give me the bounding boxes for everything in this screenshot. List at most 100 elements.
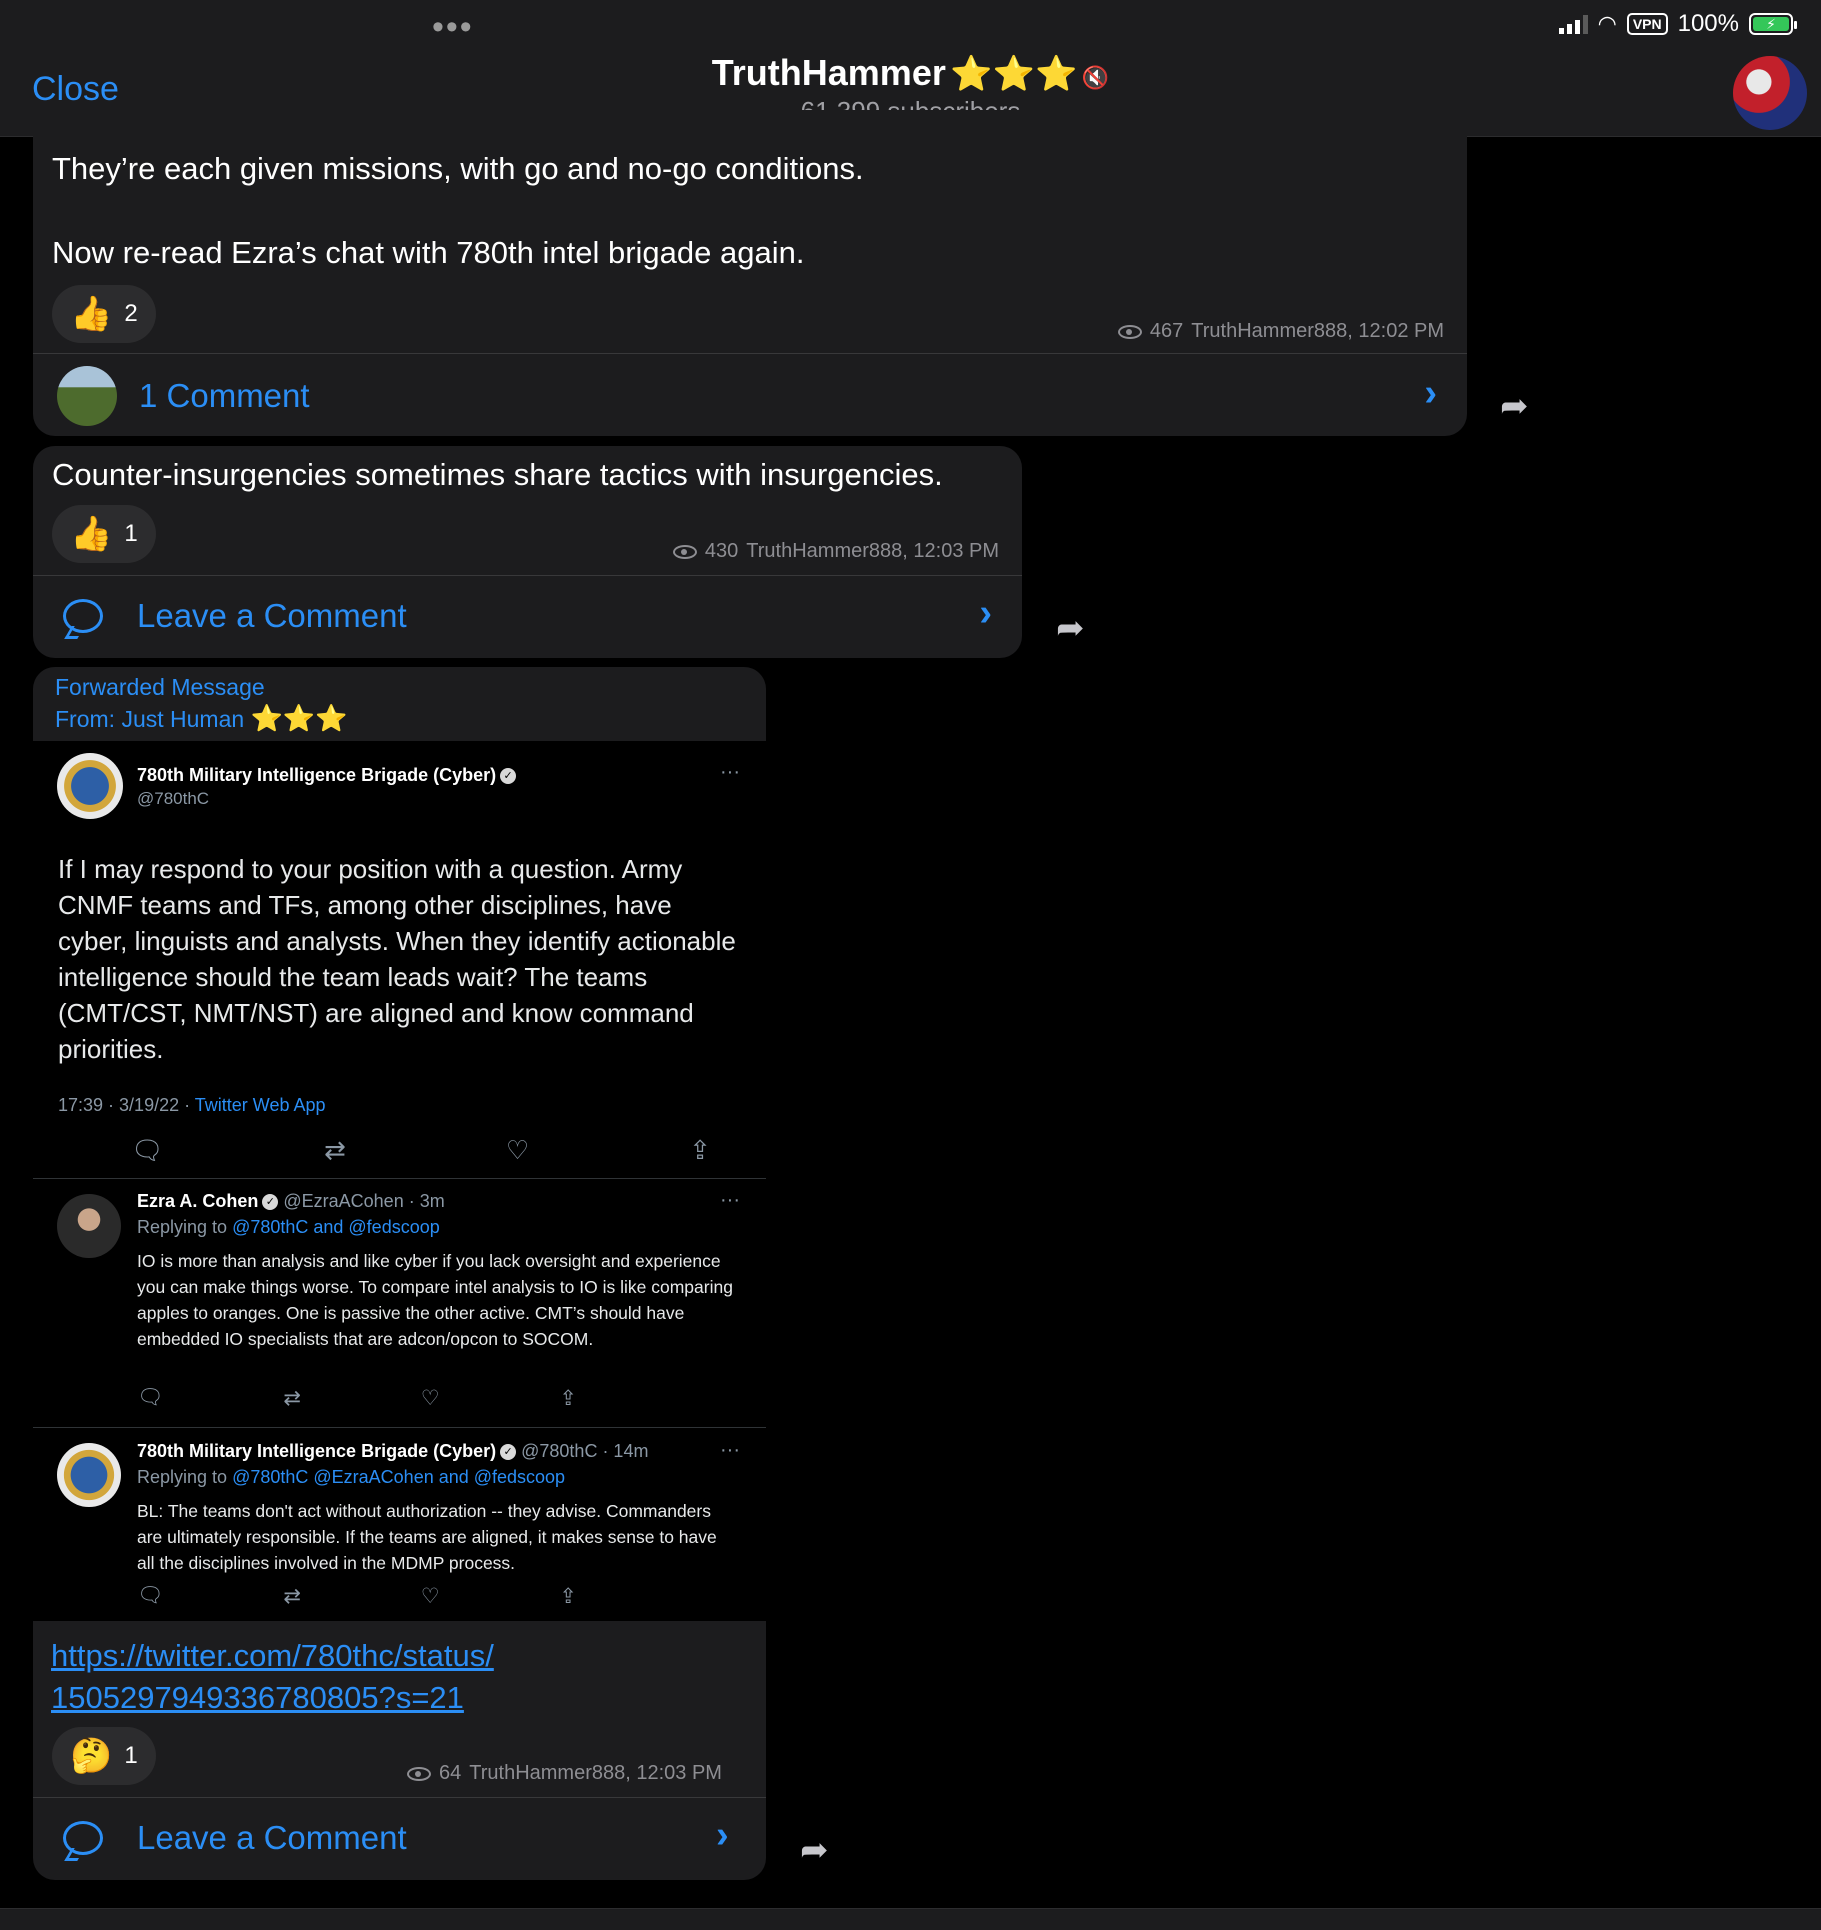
forward-source-name: Just Human — [121, 706, 245, 732]
commenter-avatar — [57, 366, 117, 426]
verified-icon: ✓ — [500, 768, 517, 785]
tweet-timestamp: 17:39 · 3/19/22 · Twitter Web App — [58, 1095, 326, 1116]
message-text: They’re each given missions, with go and… — [52, 148, 1432, 274]
author-time: TruthHammer888, 12:02 PM — [1191, 320, 1444, 342]
chevron-right-icon[interactable]: › — [716, 1814, 729, 1857]
author-name: Ezra A. Cohen — [137, 1191, 259, 1211]
reaction-count: 1 — [124, 520, 138, 547]
share-icon: ⇪ — [559, 1585, 577, 1608]
author-name: 780th Military Intelligence Brigade (Cyb… — [137, 1441, 497, 1461]
comment-bubble-icon — [63, 1821, 103, 1855]
verified-icon: ✓ — [262, 1194, 279, 1211]
verified-icon: ✓ — [500, 1444, 517, 1461]
comments-link[interactable]: 1 Comment — [57, 364, 310, 428]
from-prefix: From: — [55, 706, 116, 732]
retweet-icon: ⇄ — [283, 1585, 302, 1608]
reply-icon: 🗨 — [137, 1584, 164, 1607]
more-dots-icon[interactable]: ••• — [432, 8, 474, 47]
star-badges: ⭐⭐⭐ — [950, 55, 1078, 93]
message-bubble: They’re each given missions, with go and… — [33, 110, 1467, 436]
more-icon: ··· — [720, 1439, 740, 1461]
replying-to: Replying to @780thC @EzraACohen and @fed… — [137, 1467, 565, 1488]
reaction-chip[interactable]: 👍 1 — [52, 505, 156, 563]
reply-author: Ezra A. Cohen ✓ @EzraACohen · 3m — [137, 1191, 445, 1212]
ezra-avatar — [57, 1194, 121, 1258]
status-bar: ◠ VPN 100% ⚡ — [1558, 10, 1797, 38]
cellular-signal-icon — [1558, 14, 1588, 34]
like-icon: ♡ — [505, 1135, 530, 1165]
link-line: https://twitter.com/780thc/status/ — [51, 1638, 494, 1673]
divider — [33, 1178, 766, 1179]
divider — [33, 1797, 766, 1798]
reply-text: IO is more than analysis and like cyber … — [137, 1251, 733, 1349]
views-eye-icon — [407, 1766, 431, 1781]
tweet-screenshot[interactable]: 780th Military Intelligence Brigade (Cyb… — [33, 741, 766, 1621]
star-badges: ⭐⭐⭐ — [250, 703, 348, 733]
thumbs-up-icon: 👍 — [70, 515, 113, 553]
brigade-avatar — [57, 1443, 121, 1507]
views-eye-icon — [1117, 324, 1142, 339]
channel-avatar[interactable] — [1733, 56, 1807, 130]
message-meta: 467 TruthHammer888, 12:02 PM — [1117, 320, 1444, 343]
forwarded-label: Forwarded Message — [55, 674, 265, 700]
replying-handles: @780thC and @fedscoop — [232, 1217, 440, 1237]
share-icon[interactable]: ➦ — [800, 1830, 829, 1870]
chevron-right-icon[interactable]: › — [979, 592, 992, 635]
more-icon: ··· — [720, 761, 740, 783]
author-name: 780th Military Intelligence Brigade (Cyb… — [137, 765, 497, 785]
share-icon: ⇪ — [689, 1135, 711, 1165]
view-count: 430 — [704, 540, 739, 562]
battery-icon: ⚡ — [1749, 13, 1797, 35]
tweet-actions: 🗨 ⇄ ♡ ⇪ — [137, 1584, 577, 1609]
reply-author: 780th Military Intelligence Brigade (Cyb… — [137, 1441, 648, 1462]
divider — [33, 575, 1022, 576]
author-time: TruthHammer888, 12:03 PM — [746, 540, 999, 562]
share-icon[interactable]: ➦ — [1500, 386, 1529, 426]
author-handle: @780thC · 14m — [521, 1441, 649, 1461]
chevron-right-icon[interactable]: › — [1424, 372, 1437, 415]
author-handle: @EzraACohen · 3m — [283, 1191, 445, 1211]
retweet-icon: ⇄ — [283, 1387, 302, 1410]
message-bubble: Counter-insurgencies sometimes share tac… — [33, 446, 1022, 658]
message-meta: 64 TruthHammer888, 12:03 PM — [407, 1762, 722, 1785]
thinking-face-icon: 🤔 — [70, 1737, 113, 1775]
more-icon: ··· — [720, 1189, 740, 1211]
replying-prefix: Replying to — [137, 1217, 233, 1237]
tweet-actions: 🗨 ⇄ ♡ ⇪ — [131, 1135, 711, 1166]
reaction-chip[interactable]: 🤔 1 — [52, 1727, 156, 1785]
reaction-count: 2 — [124, 300, 138, 327]
tweet-link[interactable]: https://twitter.com/780thc/status/ 15052… — [51, 1635, 494, 1719]
views-eye-icon — [672, 544, 697, 559]
divider — [33, 353, 1467, 354]
channel-name: TruthHammer — [711, 52, 946, 93]
like-icon: ♡ — [420, 1387, 440, 1410]
comment-label: 1 Comment — [139, 377, 310, 414]
like-icon: ♡ — [420, 1585, 440, 1608]
leave-comment-link[interactable]: Leave a Comment — [63, 1812, 407, 1864]
retweet-icon: ⇄ — [324, 1135, 346, 1165]
reply-icon: 🗨 — [137, 1386, 164, 1409]
reply-text: BL: The teams don't act without authoriz… — [137, 1501, 717, 1573]
replying-prefix: Replying to — [137, 1467, 233, 1487]
message-meta: 430 TruthHammer888, 12:03 PM — [672, 540, 999, 563]
bottom-bar — [0, 1908, 1821, 1930]
message-text: Counter-insurgencies sometimes share tac… — [52, 457, 943, 492]
view-count: 64 — [439, 1762, 462, 1784]
replying-handles: @780thC @EzraACohen and @fedscoop — [232, 1467, 566, 1487]
reaction-chip[interactable]: 👍 2 — [52, 285, 156, 343]
link-line: 1505297949336780805?s=21 — [51, 1680, 464, 1715]
share-icon[interactable]: ➦ — [1056, 608, 1085, 648]
author-handle: @780thC — [137, 789, 210, 808]
tweet-source: Twitter Web App — [194, 1095, 326, 1115]
view-count: 467 — [1149, 320, 1184, 342]
forward-header[interactable]: Forwarded Message From: Just Human ⭐⭐⭐ — [55, 672, 348, 735]
tweet-actions: 🗨 ⇄ ♡ ⇪ — [137, 1386, 577, 1411]
leave-comment-link[interactable]: Leave a Comment — [63, 590, 407, 642]
reply-icon: 🗨 — [131, 1135, 165, 1165]
thumbs-up-icon: 👍 — [70, 295, 113, 333]
comment-label: Leave a Comment — [137, 597, 407, 634]
muted-icon: 🔇 — [1081, 65, 1110, 90]
tweet-text: If I may respond to your position with a… — [58, 854, 736, 1064]
replying-to: Replying to @780thC and @fedscoop — [137, 1217, 440, 1238]
message-line: Now re-read Ezra’s chat with 780th intel… — [52, 235, 805, 270]
